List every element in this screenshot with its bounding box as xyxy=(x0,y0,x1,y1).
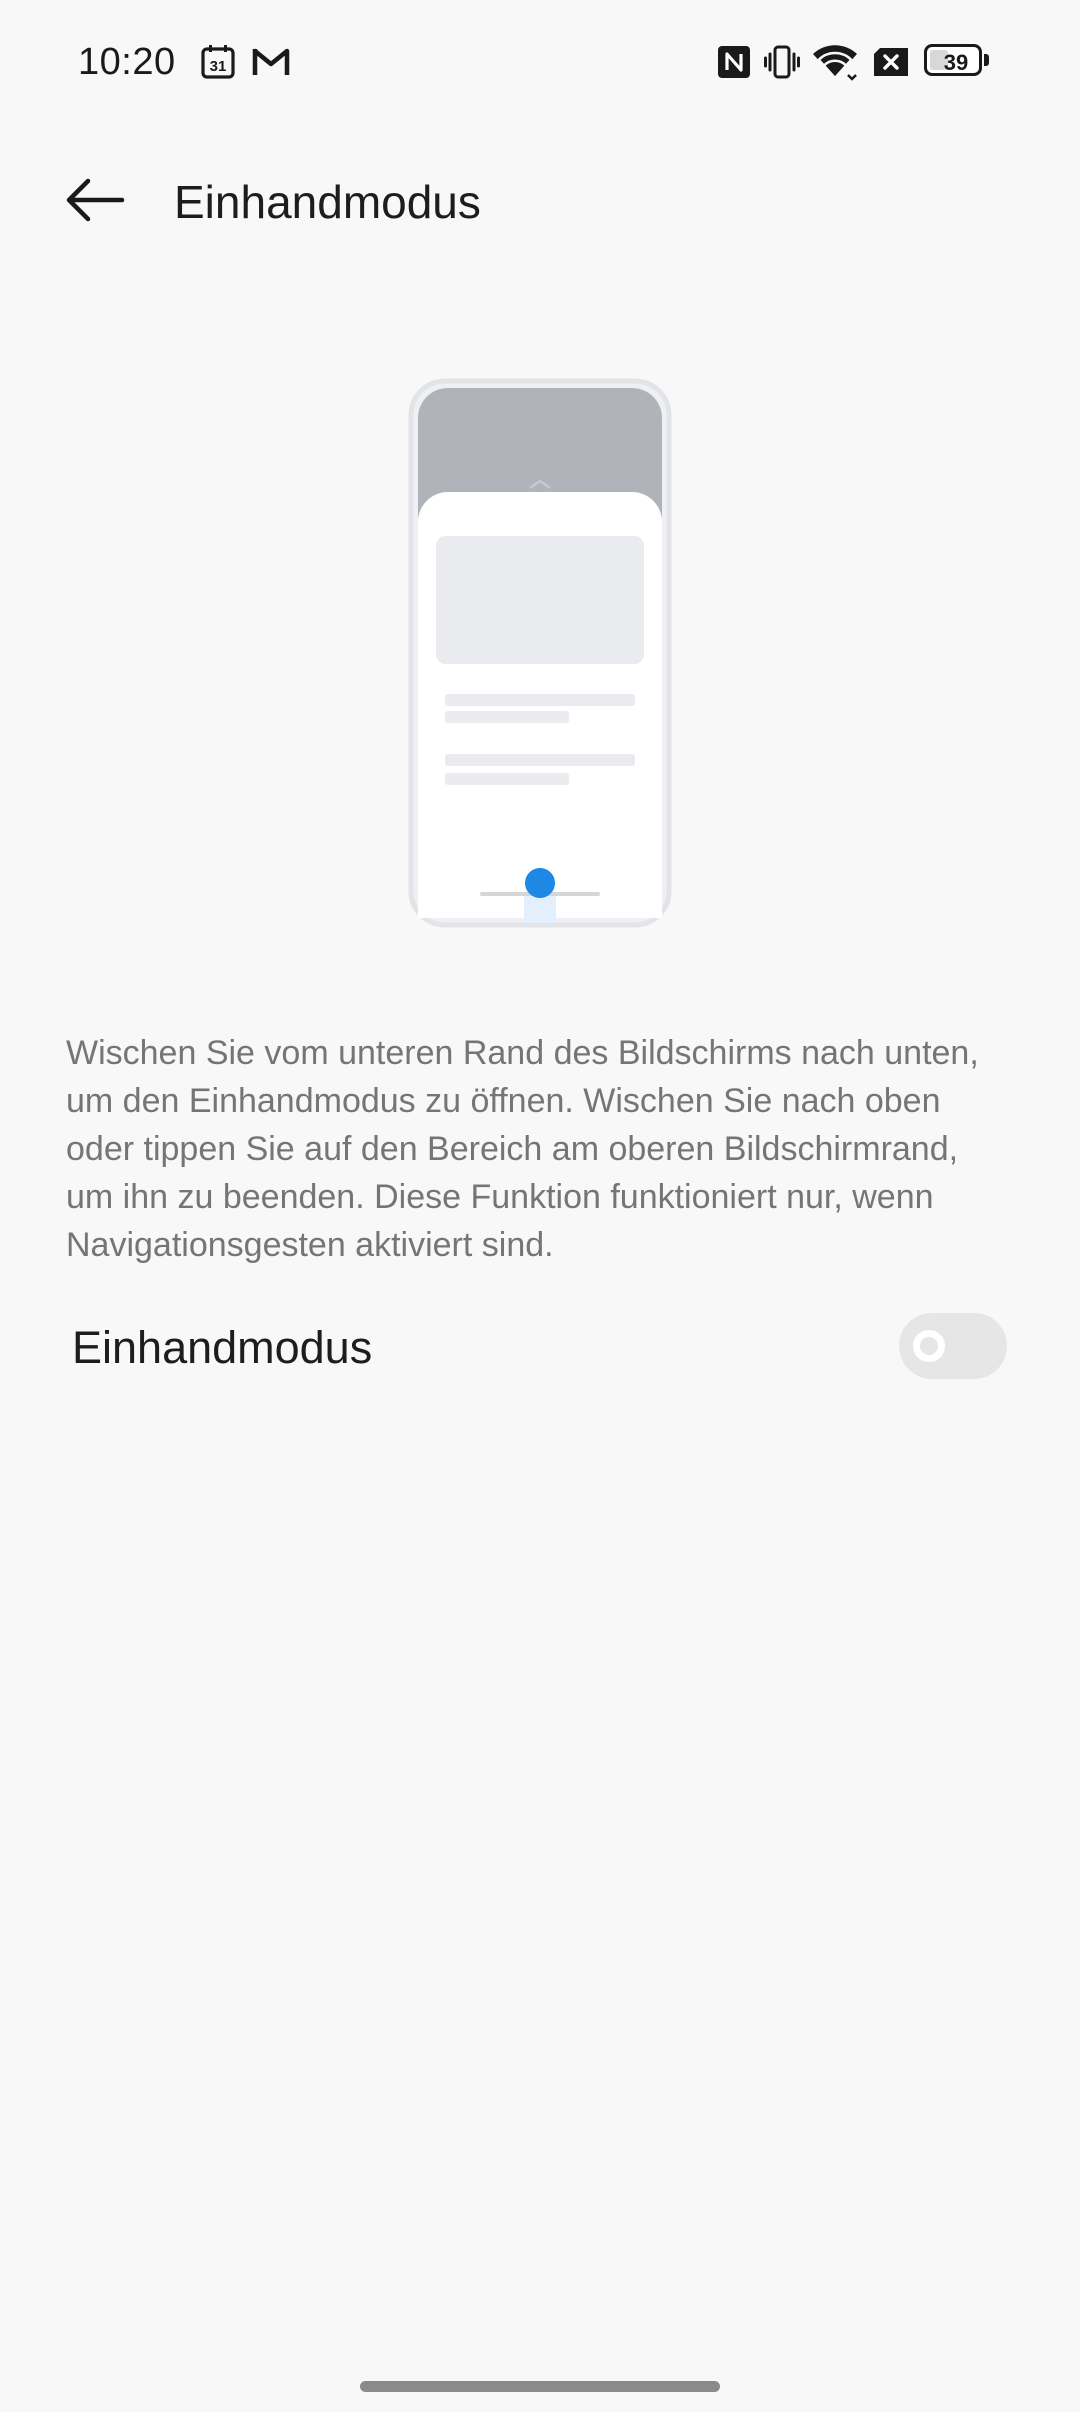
calendar-icon: 31 xyxy=(201,45,235,79)
battery-level: 39 xyxy=(943,50,969,75)
arrow-left-icon[interactable] xyxy=(56,168,136,232)
toggle-knob xyxy=(913,1330,945,1362)
one-handed-mode-setting-row[interactable]: Einhandmodus xyxy=(0,1300,1080,1396)
calendar-icon-text: 31 xyxy=(210,58,227,75)
page-title: Einhandmodus xyxy=(174,176,481,228)
description-text: Wischen Sie vom unteren Rand des Bildsch… xyxy=(66,1034,979,1264)
one-handed-mode-toggle[interactable] xyxy=(899,1313,1007,1379)
status-time: 10:20 xyxy=(78,41,176,83)
no-sim-icon xyxy=(874,48,908,76)
setting-label: Einhandmodus xyxy=(72,1322,373,1373)
gmail-icon xyxy=(252,48,290,75)
one-handed-mode-illustration xyxy=(408,378,672,928)
screen: 10:20 31 39 Einhandmodus Wischen Sie vom… xyxy=(0,0,1080,2412)
battery-icon: 39 xyxy=(924,44,990,80)
wifi-icon xyxy=(813,45,857,81)
battery-body: 39 xyxy=(924,44,982,76)
battery-tip xyxy=(984,54,989,66)
header: Einhandmodus xyxy=(0,150,1080,250)
nfc-icon xyxy=(718,46,750,78)
status-bar: 10:20 31 39 xyxy=(0,0,1080,124)
vibrate-icon xyxy=(764,45,800,79)
gesture-navigation-bar[interactable] xyxy=(360,2381,720,2392)
